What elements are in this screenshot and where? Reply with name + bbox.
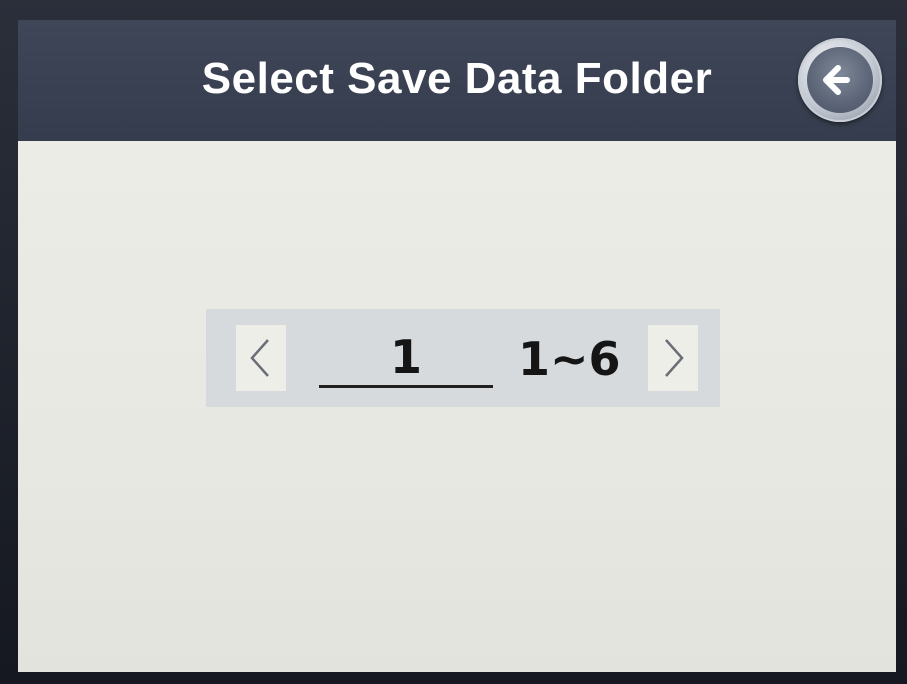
- folder-stepper: 1 1~6: [206, 309, 720, 407]
- folder-number-value: 1: [389, 330, 422, 384]
- next-folder-button[interactable]: [648, 325, 698, 391]
- folder-number-underline: [319, 385, 493, 388]
- folder-number-field[interactable]: 1: [319, 321, 493, 397]
- device-bezel: Select Save Data Folder 1 1~6: [0, 0, 907, 684]
- screen: Select Save Data Folder 1 1~6: [18, 20, 896, 672]
- folder-range-label: 1~6: [518, 332, 621, 386]
- chevron-left-icon: [250, 339, 269, 377]
- back-button[interactable]: [798, 38, 882, 122]
- header-bar: Select Save Data Folder: [18, 20, 896, 141]
- chevron-right-icon: [665, 339, 684, 377]
- page-title: Select Save Data Folder: [201, 54, 713, 103]
- previous-folder-button[interactable]: [236, 325, 286, 391]
- arrow-left-icon: [823, 65, 850, 95]
